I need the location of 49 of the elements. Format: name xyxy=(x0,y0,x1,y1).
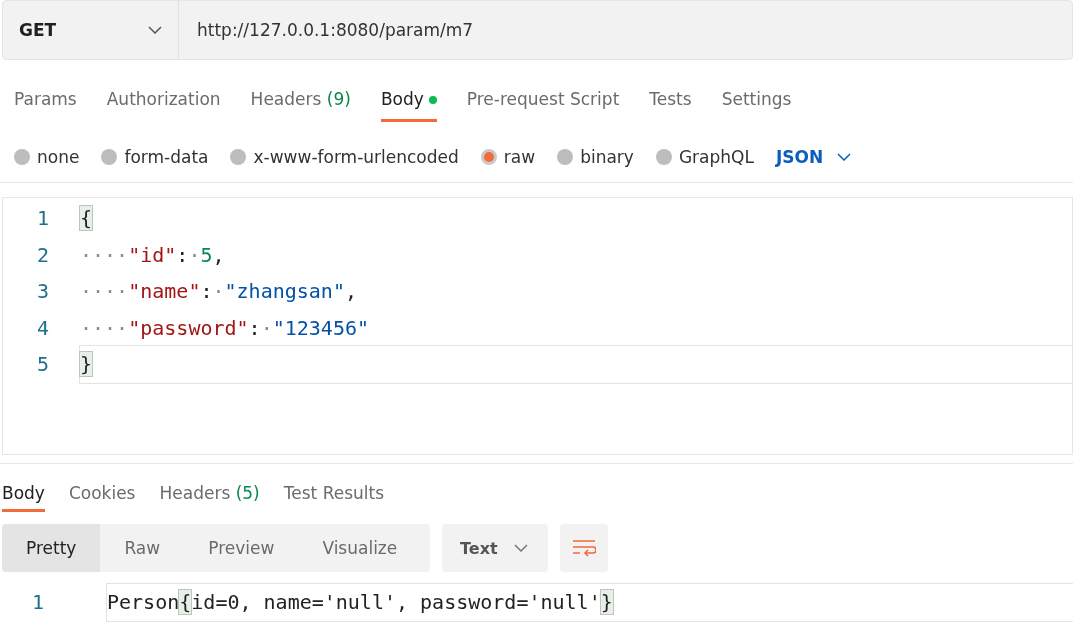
response-tab[interactable]: Body xyxy=(2,483,45,512)
line-number: 5 xyxy=(35,352,50,377)
chevron-down-icon[interactable] xyxy=(837,153,852,161)
wrap-button[interactable] xyxy=(560,524,608,572)
body-type-radio[interactable]: form-data xyxy=(101,147,209,167)
response-tab[interactable]: Test Results xyxy=(283,483,384,512)
request-tab[interactable]: Pre-request Script xyxy=(466,76,620,122)
chevron-down-icon[interactable] xyxy=(513,544,528,552)
view-mode-tab[interactable]: Raw xyxy=(100,524,185,572)
line-number: 2 xyxy=(35,242,50,267)
radio-icon[interactable] xyxy=(557,149,574,165)
radio-label: binary xyxy=(580,147,634,167)
wrap-lines-icon[interactable] xyxy=(572,539,596,557)
radio-label: form-data xyxy=(124,147,209,167)
view-mode-tab[interactable]: Pretty xyxy=(2,524,101,572)
radio-icon[interactable] xyxy=(14,149,30,165)
view-mode-tab[interactable]: Preview xyxy=(184,524,299,572)
radio-label: GraphQL xyxy=(678,147,754,167)
code-line: ····"name":·"zhangsan", xyxy=(79,278,358,306)
response-tab[interactable]: Cookies xyxy=(68,483,136,512)
radio-icon[interactable] xyxy=(101,149,118,165)
language-dropdown[interactable]: JSON xyxy=(775,147,852,167)
code-editor[interactable]: 1 { 2 ····"id":·5, 3 ····"name":·"zhangsan", 4 ····"password":·"123456" 5 } xyxy=(2,197,1073,455)
request-tab[interactable]: Settings xyxy=(721,76,792,122)
code-line: ····"id":·5, xyxy=(79,241,226,269)
line-number: 3 xyxy=(35,279,50,304)
radio-icon[interactable] xyxy=(655,149,672,165)
request-tab[interactable]: Body xyxy=(380,76,437,122)
radio-icon[interactable] xyxy=(230,149,247,165)
request-tab[interactable]: Authorization xyxy=(106,76,221,122)
body-type-radio[interactable]: binary xyxy=(557,147,634,167)
radio-label: raw xyxy=(503,147,536,167)
line-number: 1 xyxy=(35,206,50,231)
format-dropdown[interactable]: Text xyxy=(442,524,548,572)
view-mode-tab[interactable]: Visualize xyxy=(298,524,422,572)
code-line: } xyxy=(79,345,1072,384)
line-number: 4 xyxy=(35,315,50,340)
body-type-radio[interactable]: GraphQL xyxy=(655,147,754,167)
request-tab[interactable]: Headers (9) xyxy=(250,76,351,122)
line-number: 1 xyxy=(30,590,45,615)
radio-icon[interactable] xyxy=(480,149,497,165)
code-line: Person{id=0, name='null', password='null'} xyxy=(106,583,1073,622)
body-type-radio[interactable]: none xyxy=(14,147,80,167)
response-tab[interactable]: Headers (5) xyxy=(159,483,260,512)
request-tab[interactable]: Params xyxy=(14,76,77,122)
request-tab[interactable]: Tests xyxy=(649,76,692,122)
body-type-radio[interactable]: raw xyxy=(480,147,536,167)
radio-label: none xyxy=(37,147,80,167)
code-line: ····"password":·"123456" xyxy=(79,314,370,342)
